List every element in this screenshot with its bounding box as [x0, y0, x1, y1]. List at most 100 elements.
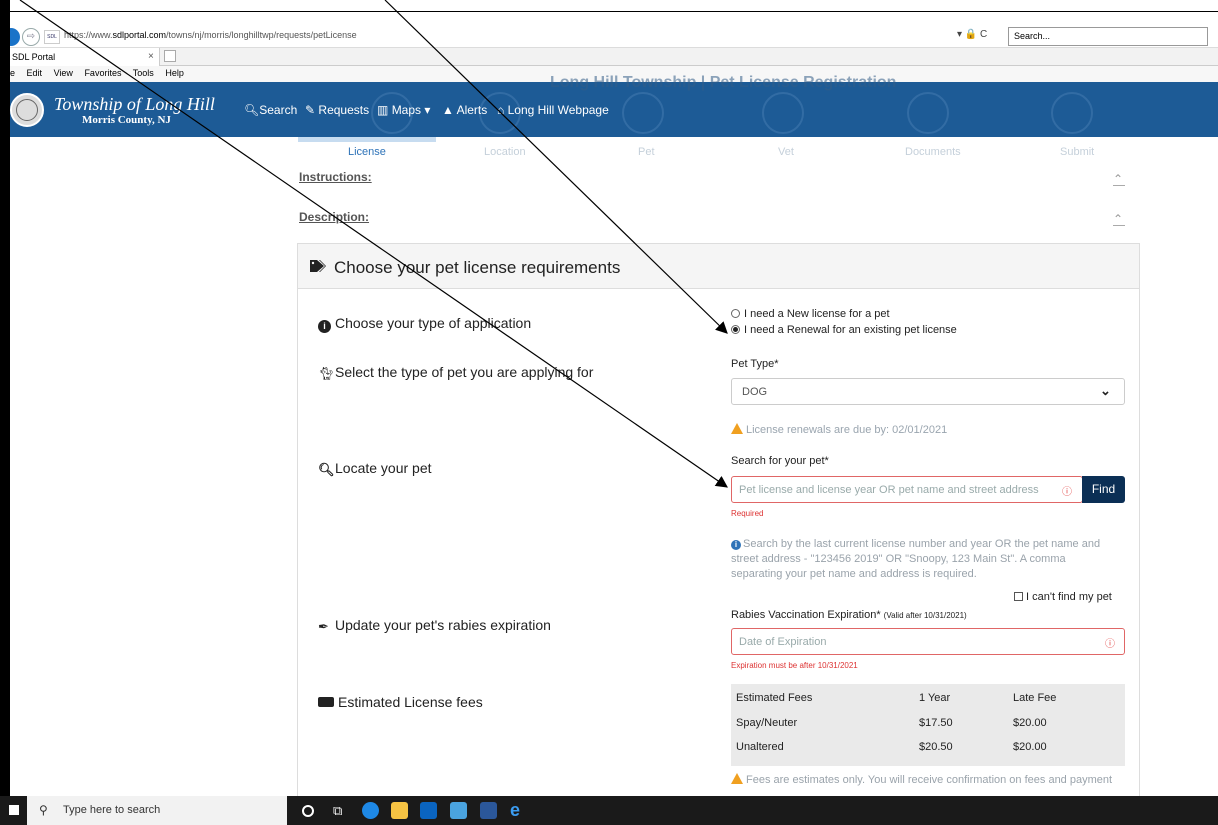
menu-favorites[interactable]: Favorites: [84, 68, 121, 78]
menu-edit[interactable]: Edit: [27, 68, 43, 78]
rabies-label-text: Rabies Vaccination Expiration*: [731, 609, 881, 621]
building-icon: ⌂: [497, 103, 505, 117]
cant-find-pet-checkbox[interactable]: I can't find my pet: [1014, 591, 1112, 603]
rabies-expiration-input[interactable]: Date of Expiration: [731, 628, 1125, 655]
step-submit[interactable]: Submit: [1060, 146, 1094, 158]
task-view-icon[interactable]: ⧉: [333, 802, 350, 819]
nav-search-label: Search: [259, 103, 298, 117]
seal-inner-icon: [16, 99, 38, 121]
step-circle-vet: [762, 92, 804, 134]
app-icon[interactable]: [450, 802, 467, 819]
step-circle-submit: [1051, 92, 1093, 134]
browser-search-input[interactable]: Search...: [1008, 27, 1208, 46]
chevron-down-icon[interactable]: ⌄: [1100, 383, 1111, 399]
fees-question: Estimated License fees: [318, 694, 483, 710]
outlook-icon[interactable]: [420, 802, 437, 819]
fee-row-unaltered-1year: $20.50: [919, 741, 953, 753]
new-tab-button[interactable]: [164, 50, 176, 62]
step-documents[interactable]: Documents: [905, 146, 961, 158]
step-vet[interactable]: Vet: [778, 146, 794, 158]
pet-type-question-label: Select the type of pet you are applying …: [335, 364, 594, 380]
radio-new-indicator[interactable]: [731, 309, 740, 318]
tab-close-icon[interactable]: ×: [148, 51, 154, 62]
search-help-body: Search by the last current license numbe…: [731, 538, 1101, 580]
pet-search-input[interactable]: Pet license and license year OR pet name…: [731, 476, 1083, 503]
menu-file[interactable]: e: [10, 68, 15, 78]
url-prefix: https://www.: [64, 30, 113, 40]
instructions-chevron-up-icon[interactable]: ⌃: [1113, 172, 1123, 186]
application-type-question: i Choose your type of application: [318, 315, 531, 333]
find-button[interactable]: Find: [1082, 476, 1125, 503]
nav-maps[interactable]: ▥ Maps ▾: [377, 103, 430, 117]
pencil-icon: ✎: [305, 103, 316, 117]
brand-name[interactable]: Township of Long Hill: [54, 94, 215, 115]
search-help-text: i Search by the last current license numb…: [731, 537, 1116, 582]
taskbar-search-icon: ⚲: [39, 803, 48, 817]
rabies-label: Rabies Vaccination Expiration* (Valid af…: [731, 609, 967, 621]
word-icon[interactable]: [480, 802, 497, 819]
description-divider: [1113, 225, 1125, 226]
application-type-label: Choose your type of application: [335, 315, 532, 331]
radio-new-license[interactable]: I need a New license for a pet: [731, 308, 890, 320]
taskbar-search-input[interactable]: Type here to search: [27, 796, 287, 825]
pet-search-placeholder: Pet license and license year OR pet name…: [739, 484, 1039, 496]
radio-renewal-label: I need a Renewal for an existing pet lic…: [744, 324, 957, 336]
window-top-frame: [0, 0, 1218, 12]
fee-header-1year: 1 Year: [919, 692, 951, 704]
menu-tools[interactable]: Tools: [133, 68, 154, 78]
instructions-toggle[interactable]: Instructions:: [299, 170, 372, 184]
menu-help[interactable]: Help: [165, 68, 184, 78]
nav-requests-label: Requests: [318, 103, 370, 117]
rabies-error-icon: ⓘ: [1105, 639, 1115, 650]
active-step-bar: [298, 137, 436, 142]
locate-pet-label: Locate your pet: [335, 460, 432, 476]
nav-search[interactable]: 🔍︎Search: [244, 103, 297, 117]
card-title: Choose your pet license requirements: [334, 258, 621, 277]
fee-row-spay-label: Spay/Neuter: [736, 717, 798, 729]
nav-requests[interactable]: ✎ Requests: [305, 103, 369, 117]
required-error: Required: [731, 509, 764, 518]
map-icon: ▥: [377, 103, 389, 117]
radio-renewal-license[interactable]: I need a Renewal for an existing pet lic…: [731, 324, 957, 336]
radio-renewal-indicator[interactable]: [731, 325, 740, 334]
url-domain: sdlportal.com: [112, 30, 167, 40]
pet-type-question: 🐈︎Select the type of pet you are applyin…: [318, 364, 593, 380]
fee-row-unaltered-label: Unaltered: [736, 741, 784, 753]
window-left-frame: [0, 0, 10, 825]
bell-icon: ▲: [442, 103, 454, 117]
pet-type-select[interactable]: DOG: [731, 378, 1125, 405]
fee-row-spay-late: $20.00: [1013, 717, 1047, 729]
cortana-icon[interactable]: [302, 805, 314, 817]
nav-webpage[interactable]: ⌂ Long Hill Webpage: [497, 103, 609, 117]
fee-header-late: Late Fee: [1013, 692, 1057, 704]
step-location[interactable]: Location: [484, 146, 526, 158]
lock-refresh-icon[interactable]: ▾ 🔒 C: [957, 29, 987, 40]
forward-arrow-icon: ⇨: [26, 31, 36, 42]
money-bill-icon: [318, 697, 334, 707]
page-title-ghost: Long Hill Township | Pet License Registr…: [550, 74, 897, 91]
url-field[interactable]: https://www.sdlportal.com/towns/nj/morri…: [64, 30, 357, 40]
step-pet[interactable]: Pet: [638, 146, 655, 158]
fee-table: Estimated Fees 1 Year Late Fee Spay/Neut…: [731, 684, 1125, 766]
pet-type-label: Pet Type*: [731, 358, 779, 370]
syringe-icon: ✒: [318, 619, 329, 634]
description-toggle[interactable]: Description:: [299, 210, 369, 224]
description-chevron-up-icon[interactable]: ⌃: [1113, 212, 1123, 226]
tab-sdl-portal[interactable]: SDL Portal: [0, 48, 160, 66]
edge-icon[interactable]: [362, 802, 379, 819]
rabies-valid-note: (Valid after 10/31/2021): [883, 611, 967, 620]
file-explorer-icon[interactable]: [391, 802, 408, 819]
step-license[interactable]: License: [348, 146, 386, 158]
nav-webpage-label: Long Hill Webpage: [507, 103, 609, 117]
forward-button[interactable]: ⇨: [22, 28, 40, 46]
info-circle-icon: i: [318, 320, 331, 333]
search-icon: 🔍︎: [244, 103, 260, 117]
fees-estimate-warning: Fees are estimates only. You will receiv…: [731, 773, 1112, 786]
renewal-due-warning: License renewals are due by: 02/01/2021: [731, 423, 947, 436]
cant-find-checkbox-box[interactable]: [1014, 592, 1023, 601]
menu-view[interactable]: View: [54, 68, 73, 78]
internet-explorer-icon[interactable]: e: [510, 801, 527, 819]
rabies-error: Expiration must be after 10/31/2021: [731, 661, 858, 670]
windows-start-icon[interactable]: [9, 805, 19, 815]
nav-alerts[interactable]: ▲ Alerts: [442, 103, 487, 117]
